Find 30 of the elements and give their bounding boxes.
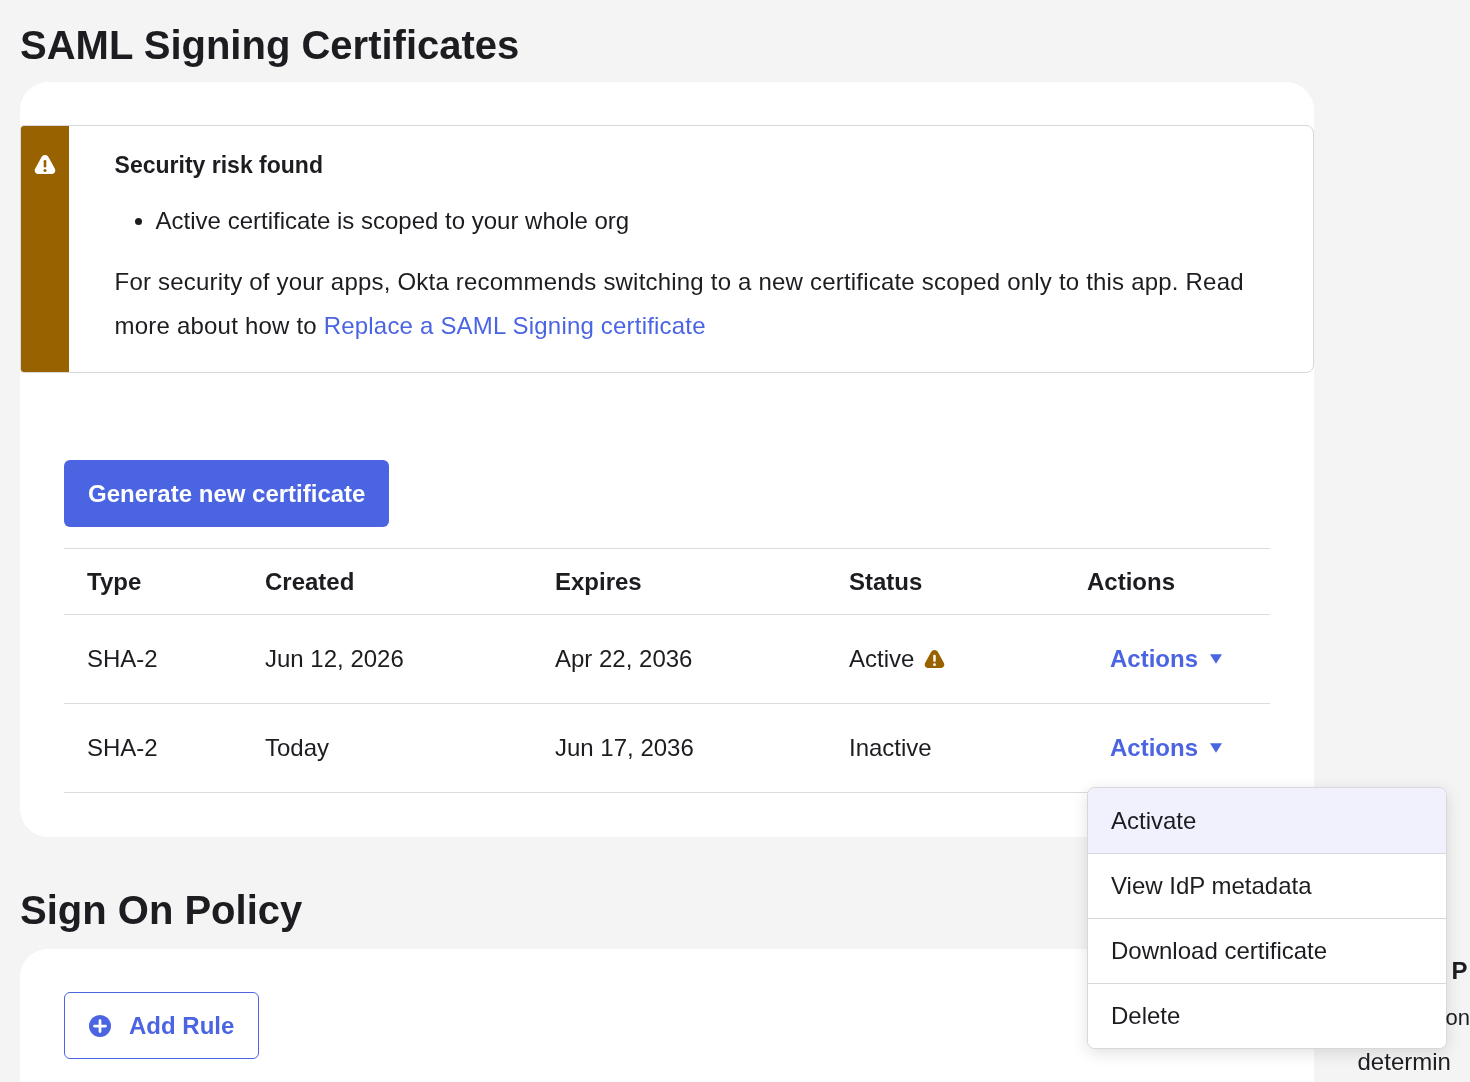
- menu-item[interactable]: Activate: [1088, 788, 1446, 853]
- table-cell-text: Inactive: [849, 733, 932, 763]
- table-cell: Jun 12, 2026: [265, 645, 404, 672]
- column-header: Type: [87, 567, 142, 595]
- table-cell-text: Active: [849, 644, 915, 674]
- table-cell: SHA-2: [87, 734, 158, 761]
- generate-certificate-button[interactable]: Generate new certificate: [64, 460, 390, 527]
- table-cell: Apr 22, 2036: [555, 645, 693, 672]
- table-cell: Today: [265, 734, 330, 761]
- alert-bullet: Active certificate is scoped to your whole org: [134, 204, 1257, 238]
- page-title: SAML Signing Certificates: [20, 22, 521, 69]
- replace-certificate-link[interactable]: Replace a SAML Signing certificate: [323, 312, 706, 339]
- side-text: determin: [1357, 1048, 1451, 1075]
- actions-dropdown[interactable]: Actions: [1110, 730, 1222, 766]
- menu-item[interactable]: Delete: [1088, 983, 1446, 1048]
- table-cell: Jun 17, 2036: [555, 734, 694, 761]
- column-header: Actions: [1087, 567, 1175, 595]
- add-rule-button[interactable]: Add Rule: [64, 992, 260, 1059]
- alert-title: Security risk found: [114, 151, 324, 180]
- column-header: Expires: [555, 567, 642, 595]
- alert-message: For security of your apps, Okta recommends switching to a new certificate scoped only to this app. Read more about how to Replace a SAML Signing certificate: [114, 267, 1245, 341]
- column-header: Status: [849, 567, 923, 595]
- side-text: on: [1445, 1005, 1470, 1030]
- menu-item[interactable]: Download certificate: [1088, 918, 1446, 983]
- side-text: P: [1451, 957, 1468, 984]
- section-title: Sign On Policy: [20, 887, 303, 934]
- menu-item[interactable]: View IdP metadata: [1088, 853, 1446, 918]
- table-cell: SHA-2: [87, 645, 158, 672]
- column-header: Created: [265, 567, 355, 595]
- actions-dropdown[interactable]: Actions: [1110, 641, 1222, 677]
